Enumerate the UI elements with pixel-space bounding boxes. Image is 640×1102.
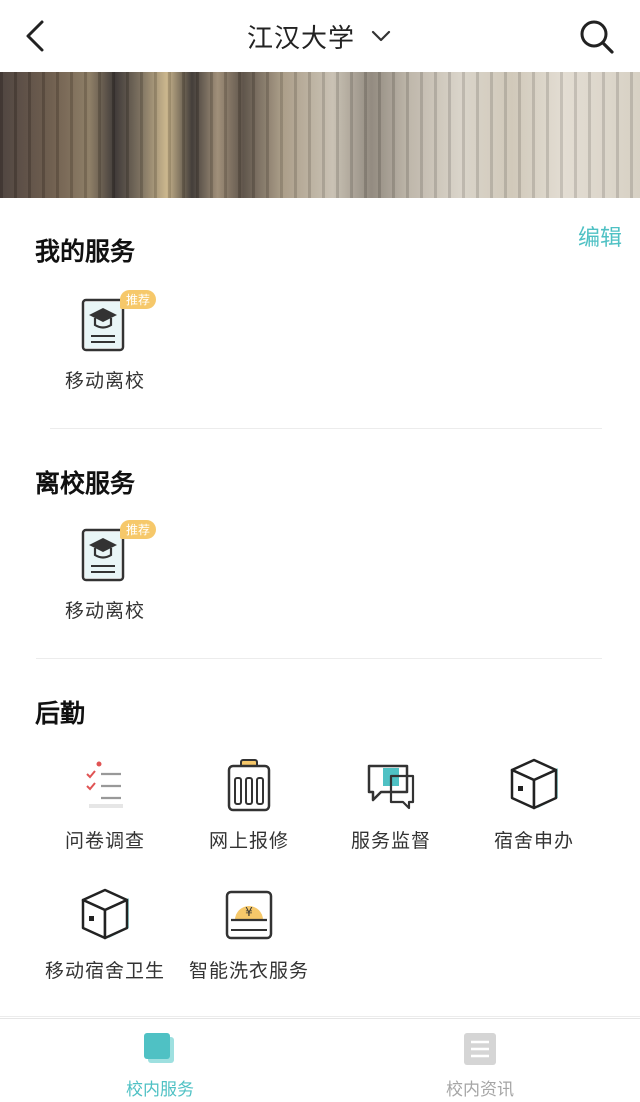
chat-bubble-icon xyxy=(367,764,415,810)
divider xyxy=(36,658,602,659)
laundry-yen-icon: ¥ xyxy=(225,890,273,940)
bookshelf-photo xyxy=(0,72,640,198)
section-title-logistics: 后勤 xyxy=(35,699,86,728)
recommend-badge: 推荐 xyxy=(120,520,157,539)
service-tile-dorm-hygiene[interactable]: 移动宿舍卫生 xyxy=(34,886,176,1006)
service-label: 网上报修 xyxy=(208,830,289,852)
box-icon xyxy=(510,758,558,810)
service-label: 移动离校 xyxy=(64,370,145,392)
news-document-icon xyxy=(464,1033,496,1065)
clipboard-repair-icon xyxy=(227,759,271,812)
divider xyxy=(0,1016,640,1017)
service-label: 智能洗衣服务 xyxy=(188,960,309,982)
service-tile-service-supervision[interactable]: 服务监督 xyxy=(320,756,462,876)
box-icon xyxy=(81,888,129,940)
page-title: 江汉大学 xyxy=(246,23,355,54)
checklist-icon xyxy=(86,761,123,808)
section-title-my-services: 我的服务 xyxy=(35,237,136,266)
banner-image[interactable] xyxy=(0,72,640,198)
service-label: 移动离校 xyxy=(64,600,145,622)
tab-campus-services[interactable]: 校内服务 xyxy=(0,1019,320,1102)
recommend-badge: 推荐 xyxy=(120,290,157,309)
service-tile-dorm-application[interactable]: 宿舍申办 xyxy=(463,756,605,876)
top-bar: 江汉大学 xyxy=(0,0,640,72)
service-tile-online-repair[interactable]: 网上报修 xyxy=(178,756,320,876)
service-tile-survey[interactable]: 问卷调查 xyxy=(34,756,176,876)
service-tile-smart-laundry[interactable]: ¥ 智能洗衣服务 xyxy=(178,886,320,1006)
section-title-leave-services: 离校服务 xyxy=(35,469,136,498)
tab-label: 校内服务 xyxy=(126,1080,194,1100)
search-icon xyxy=(580,20,614,54)
search-button[interactable] xyxy=(574,14,618,58)
service-tile-mobile-leave[interactable]: 推荐 移动离校 xyxy=(34,290,176,416)
bottom-tab-bar: 校内服务 校内资讯 xyxy=(0,1018,640,1102)
svg-text:¥: ¥ xyxy=(245,905,253,919)
tab-campus-news[interactable]: 校内资讯 xyxy=(320,1019,640,1102)
tab-label: 校内资讯 xyxy=(446,1080,514,1100)
service-tile-mobile-leave-2[interactable]: 推荐 移动离校 xyxy=(34,520,176,646)
campus-service-icon xyxy=(144,1033,174,1063)
divider xyxy=(50,428,602,429)
service-label: 问卷调查 xyxy=(64,830,145,852)
chevron-down-icon xyxy=(371,30,391,42)
service-label: 移动宿舍卫生 xyxy=(44,960,165,982)
service-label: 服务监督 xyxy=(350,830,431,852)
edit-button[interactable]: 编辑 xyxy=(578,220,622,252)
title-dropdown[interactable]: 江汉大学 xyxy=(0,0,640,72)
service-label: 宿舍申办 xyxy=(493,830,574,852)
